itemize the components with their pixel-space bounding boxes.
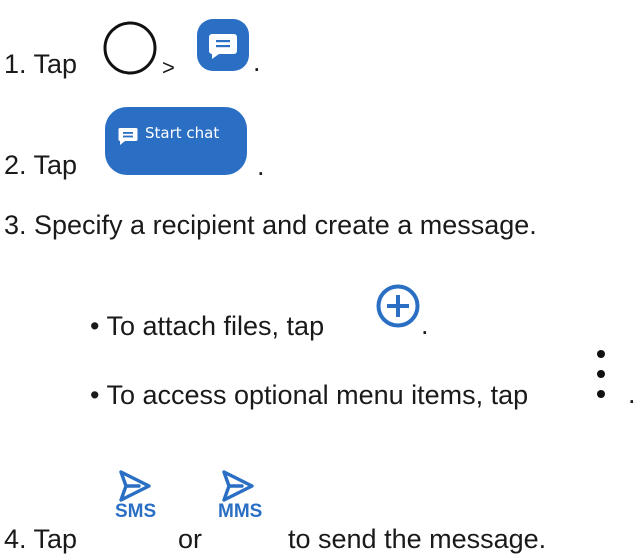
step1-prefix: 1. Tap	[4, 49, 78, 79]
bullet1-text: • To attach files, tap	[90, 311, 325, 341]
step1-separator: >	[162, 55, 175, 80]
sms-label: SMS	[115, 501, 157, 522]
step4-suffix: to send the message.	[288, 524, 547, 554]
step2-end: .	[257, 151, 265, 181]
step1-end: .	[253, 47, 261, 77]
home-circle-icon	[103, 21, 157, 75]
messages-app-icon	[197, 19, 249, 71]
more-options-icon	[597, 350, 605, 398]
mms-label: MMS	[218, 501, 263, 522]
step2-prefix: 2. Tap	[4, 150, 78, 180]
step3-text: 3. Specify a recipient and create a mess…	[4, 210, 537, 240]
send-icon	[119, 470, 151, 502]
bullet2-end: .	[628, 379, 636, 409]
attach-plus-icon	[376, 284, 420, 328]
bullet2-text: • To access optional menu items, tap	[90, 380, 529, 410]
step4-prefix: 4. Tap	[4, 524, 78, 554]
chat-icon	[118, 128, 138, 145]
start-chat-button: Start chat	[105, 107, 247, 175]
bullet1-end: .	[421, 310, 429, 340]
step4-or: or	[178, 524, 203, 554]
send-icon	[222, 470, 254, 502]
start-chat-label: Start chat	[145, 124, 220, 142]
